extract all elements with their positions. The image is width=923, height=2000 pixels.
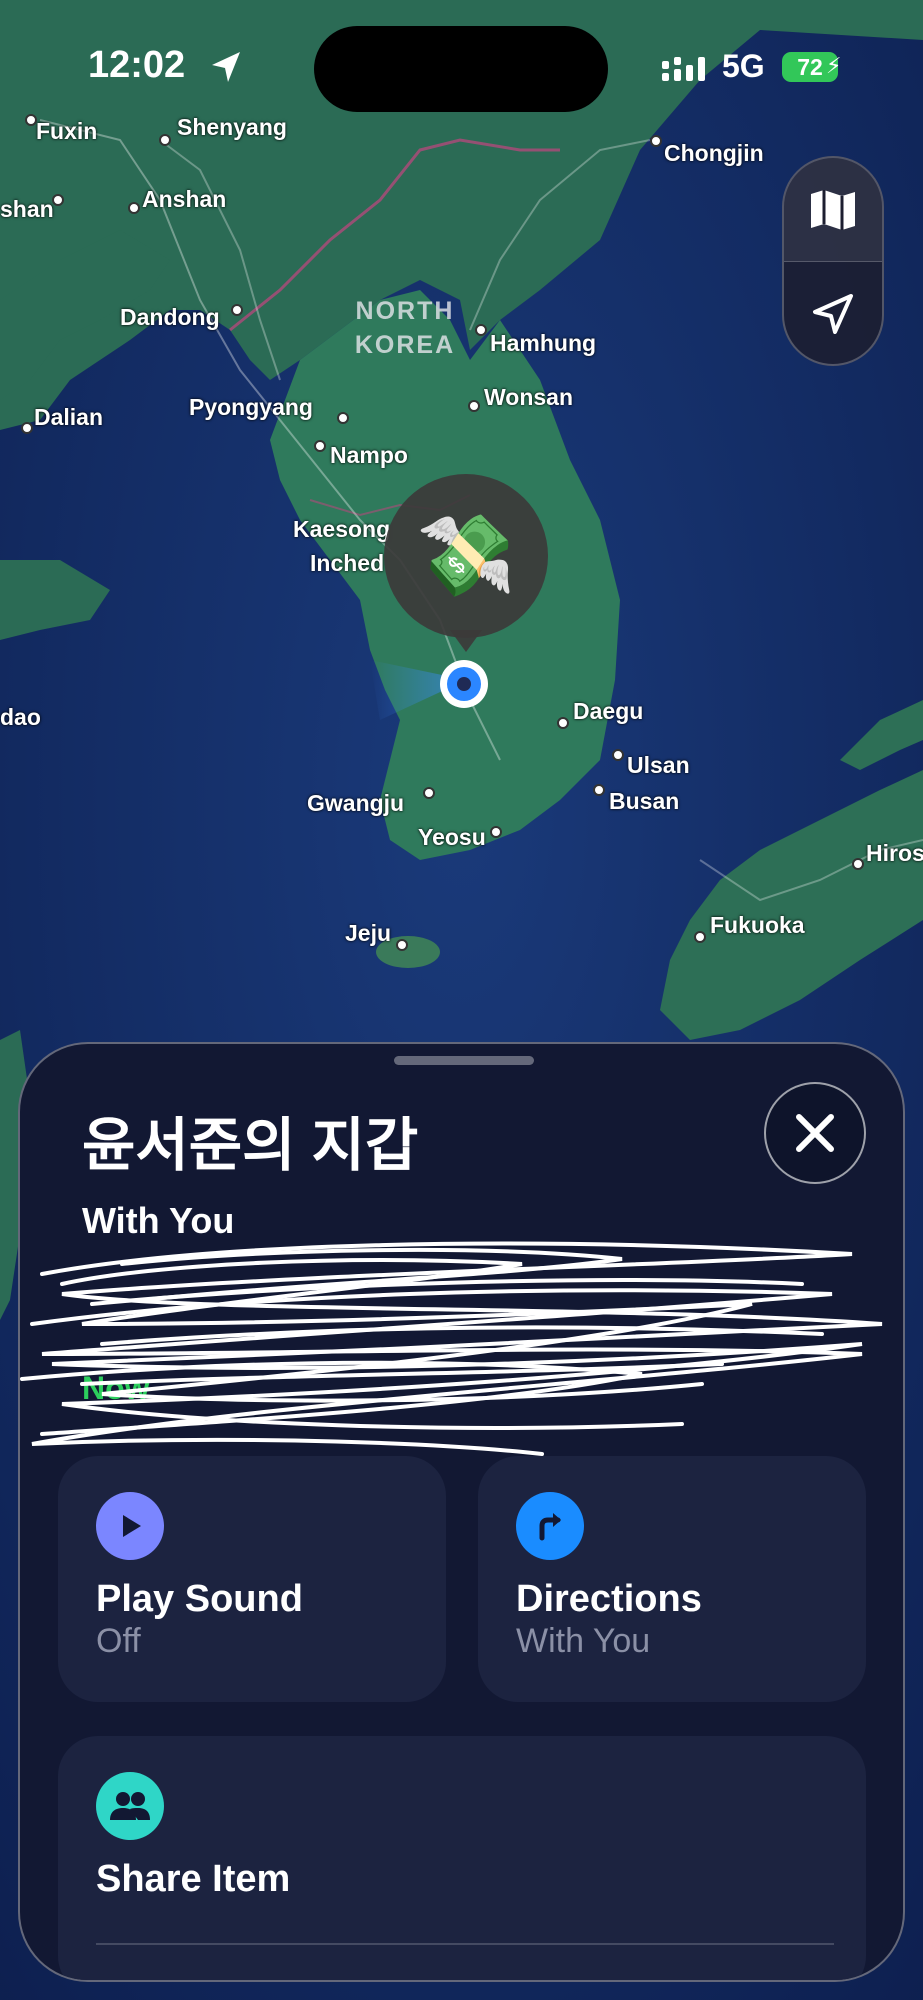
battery-level: 72 (797, 54, 823, 80)
city-label-pyongyang: Pyongyang (189, 394, 313, 420)
city-label-dandong: Dandong (120, 304, 220, 330)
share-item-label: Share Item (96, 1858, 291, 1900)
city-label-shenyang: Shenyang (177, 114, 287, 140)
city-label-daegu: Daegu (573, 698, 644, 724)
city-label-ulsan: Ulsan (627, 752, 690, 778)
location-arrow-icon (212, 52, 240, 82)
city-label-dao: dao (0, 704, 41, 730)
city-label-jeju: Jeju (345, 920, 392, 946)
user-location-dot (440, 660, 488, 708)
dynamic-island (314, 26, 608, 112)
directions-icon-circle (516, 1492, 584, 1560)
play-icon (123, 1515, 141, 1537)
sheet-grabber[interactable] (394, 1056, 534, 1065)
locate-me-button[interactable] (784, 262, 882, 364)
network-type: 5G (722, 48, 765, 84)
city-label-gwangju: Gwangju (307, 790, 405, 816)
city-label-hiroshima: Hiros (866, 840, 923, 866)
play-sound-label: Play Sound (96, 1578, 303, 1620)
map-style-button[interactable] (784, 158, 882, 262)
city-label-busan: Busan (609, 788, 680, 814)
city-label-anshan: Anshan (142, 186, 227, 212)
user-location-dot-core (457, 677, 471, 691)
item-title: 윤서준의 지갑 (82, 1113, 419, 1178)
city-label-fuxin: Fuxin (36, 118, 98, 144)
play-sound-card[interactable]: Play Sound Off (58, 1456, 446, 1702)
city-label-fukuoka: Fukuoka (710, 912, 805, 938)
directions-status: With You (516, 1622, 651, 1660)
directions-card[interactable]: Directions With You (478, 1456, 866, 1702)
city-label-wonsan: Wonsan (484, 384, 574, 410)
directions-label: Directions (516, 1578, 702, 1620)
close-icon (796, 1114, 834, 1152)
item-pin[interactable]: 💸 (384, 474, 548, 638)
item-detail-sheet: 윤서준의 지갑 With You Now Play Sound Off Dire… (18, 1042, 905, 1982)
pin-tail (450, 630, 482, 652)
location-arrow-icon (813, 293, 853, 334)
share-icon-circle (96, 1772, 164, 1840)
city-label-dalian: Dalian (34, 404, 104, 430)
redaction-scribble (20, 1241, 883, 1456)
cellular-signal-icon (662, 57, 705, 81)
charging-bolt-icon: ⚡ (826, 53, 842, 78)
city-label-kaesong: Kaesong (293, 516, 391, 542)
play-sound-status: Off (96, 1622, 141, 1660)
share-item-card[interactable]: Share Item (58, 1736, 866, 1980)
city-label-incheon: Inched (310, 550, 385, 576)
map-controls (782, 156, 884, 366)
sheet-divider (96, 1943, 834, 1945)
status-time: 12:02 (88, 44, 186, 86)
city-label-chongjin: Chongjin (664, 140, 764, 166)
country-label-north-korea: NORTH KOREA (354, 297, 456, 359)
play-icon-circle (96, 1492, 164, 1560)
user-location-dot-ring (447, 667, 481, 701)
city-label-hamhung: Hamhung (490, 330, 597, 356)
city-label-shan: shan (0, 196, 54, 222)
city-label-nampo: Nampo (330, 442, 408, 468)
map-icon (811, 189, 855, 230)
city-label-yeosu: Yeosu (418, 824, 486, 850)
money-with-wings-icon: 💸 (416, 511, 516, 600)
close-button[interactable] (764, 1082, 866, 1184)
directions-arrow-icon (539, 1513, 561, 1541)
people-icon (110, 1792, 150, 1820)
